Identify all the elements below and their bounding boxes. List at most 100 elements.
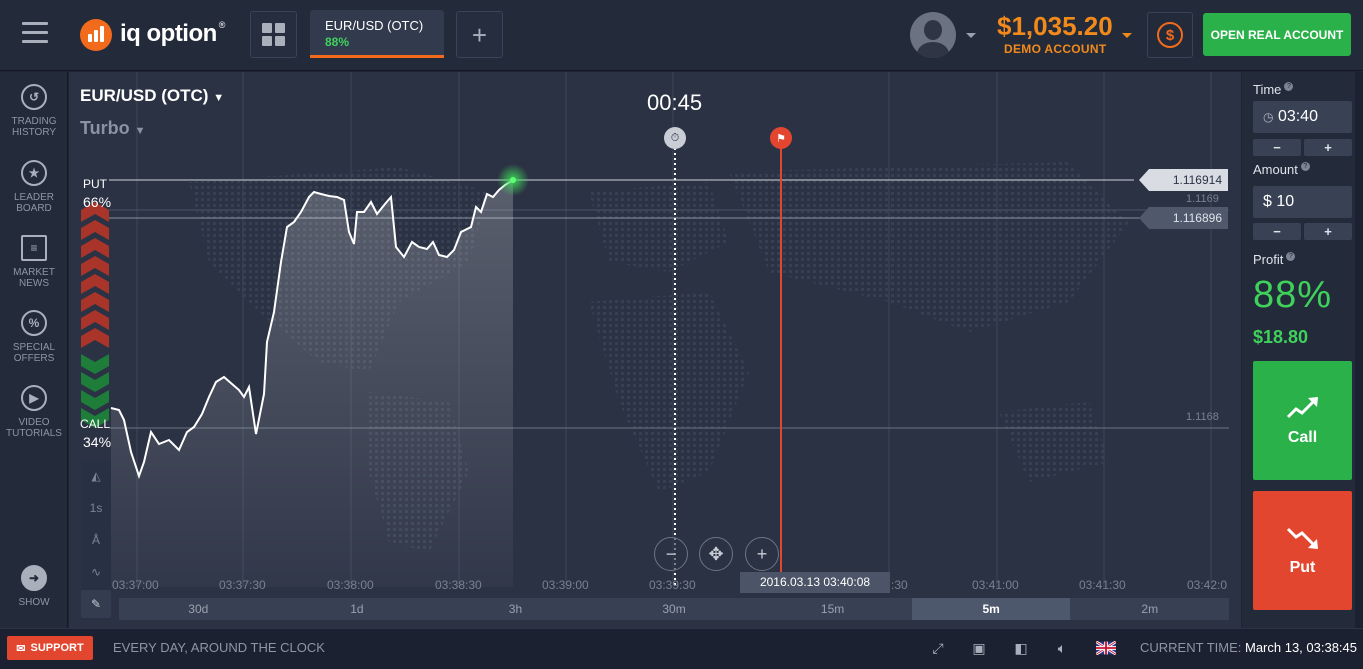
time-field[interactable]: ◷ 03:40 [1253, 101, 1352, 133]
news-icon: ≡ [21, 235, 47, 261]
help-icon[interactable]: ? [1284, 82, 1294, 91]
account-type-label: DEMO ACCOUNT [1004, 42, 1107, 56]
balance-amount[interactable]: $1,035.20 [997, 11, 1113, 42]
current-price-tag: 1.116914 [1139, 169, 1228, 191]
pencil-icon[interactable]: ✎ [81, 590, 111, 618]
chat-icon: ✉ [16, 642, 26, 655]
time-decrease-button[interactable]: − [1253, 139, 1301, 156]
timeframe-1d[interactable]: 1d [277, 598, 437, 620]
sound-icon[interactable]: 🔈︎ [1052, 639, 1072, 657]
refill-balance-button[interactable]: $ [1147, 12, 1193, 58]
tab-asset-eurusd[interactable]: EUR/USD (OTC) 88% [310, 10, 444, 58]
zoom-out-button[interactable]: − [654, 537, 688, 571]
asset-grid-button[interactable] [250, 11, 297, 58]
refill-icon: $ [1157, 22, 1183, 48]
recenter-icon[interactable]: ✥ [699, 537, 733, 571]
sidebar-item-label: TRADING HISTORY [11, 116, 57, 138]
grid-icon [262, 23, 285, 46]
timeframe-3h[interactable]: 3h [436, 598, 595, 620]
countdown-timer: 00:45 [647, 90, 703, 115]
sidebar-item-label: MARKET NEWS [13, 267, 55, 289]
current-price-dot [510, 177, 516, 183]
add-asset-button[interactable]: + [456, 11, 503, 58]
sidebar-item-label: LEADER BOARD [13, 192, 54, 214]
time-axis-label: 03:42:0 [1187, 578, 1228, 592]
time-axis-label: 03:37:30 [219, 578, 266, 592]
language-flag-icon[interactable] [1096, 639, 1116, 657]
layout-icon[interactable]: ▣ [969, 639, 989, 657]
level-label-lower: 1.1168 [1186, 411, 1219, 423]
chart-type-icon[interactable]: ◭ [81, 462, 111, 490]
trade-panel: Time? ◷ 03:40 − + Amount? $ 10 − + Profi… [1242, 72, 1363, 628]
top-bar: iq option ® EUR/USD (OTC) 88% + $1,035.20… [0, 0, 1363, 71]
history-icon: ↺ [21, 84, 47, 110]
clock-icon: ◷ [1263, 110, 1274, 124]
help-icon[interactable]: ? [1300, 162, 1310, 171]
chart-style-icon[interactable]: ◧ [1011, 639, 1031, 657]
timeframe-2m[interactable]: 2m [1070, 598, 1230, 620]
profit-label: Profit? [1253, 252, 1296, 267]
timeframe-30d[interactable]: 30d [119, 598, 278, 620]
level-label-upper: 1.1169 [1186, 193, 1219, 205]
amount-decrease-button[interactable]: − [1253, 223, 1301, 240]
time-axis-label: 03:38:00 [327, 578, 374, 592]
support-slogan: EVERY DAY, AROUND THE CLOCK [113, 640, 325, 655]
chevron-down-icon[interactable] [966, 33, 976, 38]
put-sentiment-label: PUT [83, 177, 107, 191]
amount-field[interactable]: $ 10 [1253, 186, 1352, 218]
sidebar-item-trading-history[interactable]: ↺ TRADING HISTORY [0, 84, 68, 138]
support-button[interactable]: ✉ SUPPORT [7, 636, 93, 660]
sidebar-item-market-news[interactable]: ≡ MARKET NEWS [0, 235, 68, 289]
scrollbar[interactable] [1355, 72, 1363, 628]
video-icon: ▶ [21, 385, 47, 411]
timeframe-30m[interactable]: 30m [594, 598, 754, 620]
timeframe-5m[interactable]: 5m [911, 598, 1071, 620]
current-time: CURRENT TIME: March 13, 03:38:45 [1140, 640, 1358, 655]
amount-increase-button[interactable]: + [1304, 223, 1352, 240]
time-axis-label: 03:41:00 [972, 578, 1019, 592]
stopwatch-icon: ⏱ [664, 127, 686, 149]
sidebar-show-button[interactable]: ➜ SHOW [0, 565, 68, 608]
timeframe-1s-button[interactable]: 1s [81, 494, 111, 522]
time-axis-label: 03:39:30 [649, 578, 696, 592]
sidebar-item-special-offers[interactable]: % SPECIAL OFFERS [0, 310, 68, 364]
logo-icon [80, 19, 112, 51]
arrow-right-icon: ➜ [21, 565, 47, 591]
trend-icon[interactable]: ∿ [81, 558, 111, 586]
sentiment-indicator [81, 202, 109, 428]
chart-mode-selector[interactable]: Turbo ▼ [80, 118, 146, 139]
strike-price-tag: 1.116896 [1139, 207, 1228, 229]
chevron-down-icon: ▼ [134, 125, 146, 137]
put-button[interactable]: Put [1253, 491, 1352, 610]
profit-amount: $18.80 [1253, 327, 1309, 347]
zoom-in-button[interactable]: + [745, 537, 779, 571]
asset-tab-profit: 88% [325, 35, 350, 49]
time-axis-label: 03:41:30 [1079, 578, 1126, 592]
sidebar-show-label: SHOW [18, 597, 50, 608]
expiration-time-tooltip: 2016.03.13 03:40:08 [740, 572, 890, 593]
sidebar-item-label: VIDEO TUTORIALS [6, 417, 62, 439]
time-increase-button[interactable]: + [1304, 139, 1352, 156]
timeframe-15m[interactable]: 15m [753, 598, 912, 620]
call-button[interactable]: Call [1253, 361, 1352, 480]
amount-label: Amount? [1253, 162, 1310, 177]
put-button-label: Put [1289, 558, 1316, 576]
help-icon[interactable]: ? [1286, 252, 1296, 261]
menu-icon[interactable] [22, 22, 48, 44]
call-sentiment-pct: 34% [83, 434, 112, 450]
sidebar-item-leader-board[interactable]: ★ LEADER BOARD [0, 160, 68, 214]
asset-tab-name: EUR/USD (OTC) [325, 18, 424, 33]
logo-text: iq option ® [120, 20, 225, 47]
put-sentiment-pct: 66% [83, 194, 112, 210]
chart-canvas [81, 72, 1229, 587]
avatar[interactable] [910, 12, 956, 58]
sidebar-item-video-tutorials[interactable]: ▶ VIDEO TUTORIALS [0, 385, 68, 439]
indicators-icon[interactable]: Å [81, 526, 111, 554]
fullscreen-icon[interactable]: ⤢ [928, 639, 948, 657]
chart-asset-selector[interactable]: EUR/USD (OTC) ▼ [80, 86, 224, 106]
open-real-account-button[interactable]: OPEN REAL ACCOUNT [1203, 13, 1351, 56]
offers-icon: % [21, 310, 47, 336]
balance-chevron-down-icon[interactable] [1122, 33, 1132, 38]
price-chart[interactable]: EUR/USD (OTC) ▼ Turbo ▼ 00:45 ⏱ ⚑ PUT 66… [69, 72, 1241, 628]
sidebar-item-label: SPECIAL OFFERS [12, 342, 56, 364]
